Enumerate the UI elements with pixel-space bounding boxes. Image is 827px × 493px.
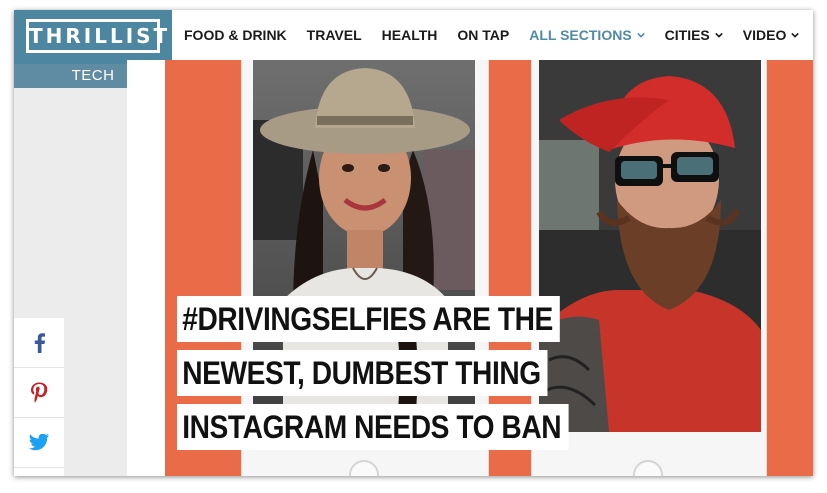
site-logo[interactable]: THRILLIST [26,19,167,53]
nav-label: ON TAP [457,27,510,43]
nav-item-on-tap[interactable]: ON TAP [457,27,509,43]
headline-line: INSTAGRAM NEEDS TO BAN [177,404,569,450]
nav-label: FOOD & DRINK [184,27,287,43]
nav-label: HEALTH [381,27,438,43]
nav-label: TRAVEL [306,27,362,43]
facebook-icon [34,332,45,353]
share-facebook-button[interactable] [14,318,64,368]
share-bar [14,318,64,476]
twitter-icon [29,434,49,451]
pinterest-icon [31,382,48,403]
nav-label: VIDEO [742,27,787,43]
nav-item-video[interactable]: VIDEO [743,27,800,43]
browser-page: THRILLIST TECH FOOD & DRINK TRAVEL HEALT… [14,10,813,476]
chevron-down-icon [636,32,645,38]
main-nav: FOOD & DRINK TRAVEL HEALTH ON TAP ALL SE… [184,10,813,60]
headline-line: NEWEST, DUMBEST THING [177,350,548,396]
hero-stripe [767,60,813,476]
share-pinterest-button[interactable] [14,368,64,418]
nav-item-all-sections[interactable]: ALL SECTIONS [529,27,645,43]
nav-item-travel[interactable]: TRAVEL [307,27,362,43]
article-headline[interactable]: #DRIVINGSELFIES ARE THE NEWEST, DUMBEST … [177,296,597,458]
nav-item-cities[interactable]: CITIES [665,27,723,43]
nav-label: ALL SECTIONS [529,27,632,43]
nav-item-food-drink[interactable]: FOOD & DRINK [184,27,287,43]
hero-image[interactable]: #DRIVINGSELFIES ARE THE NEWEST, DUMBEST … [127,60,813,476]
share-twitter-button[interactable] [14,418,64,468]
chevron-down-icon [715,32,723,38]
headline-line: #DRIVINGSELFIES ARE THE [177,296,560,342]
phone-home-button [349,460,379,476]
left-rail [14,88,127,476]
chevron-down-icon [791,32,800,38]
nav-label: CITIES [664,27,710,43]
phone-home-button [633,460,663,476]
nav-item-health[interactable]: HEALTH [382,27,438,43]
